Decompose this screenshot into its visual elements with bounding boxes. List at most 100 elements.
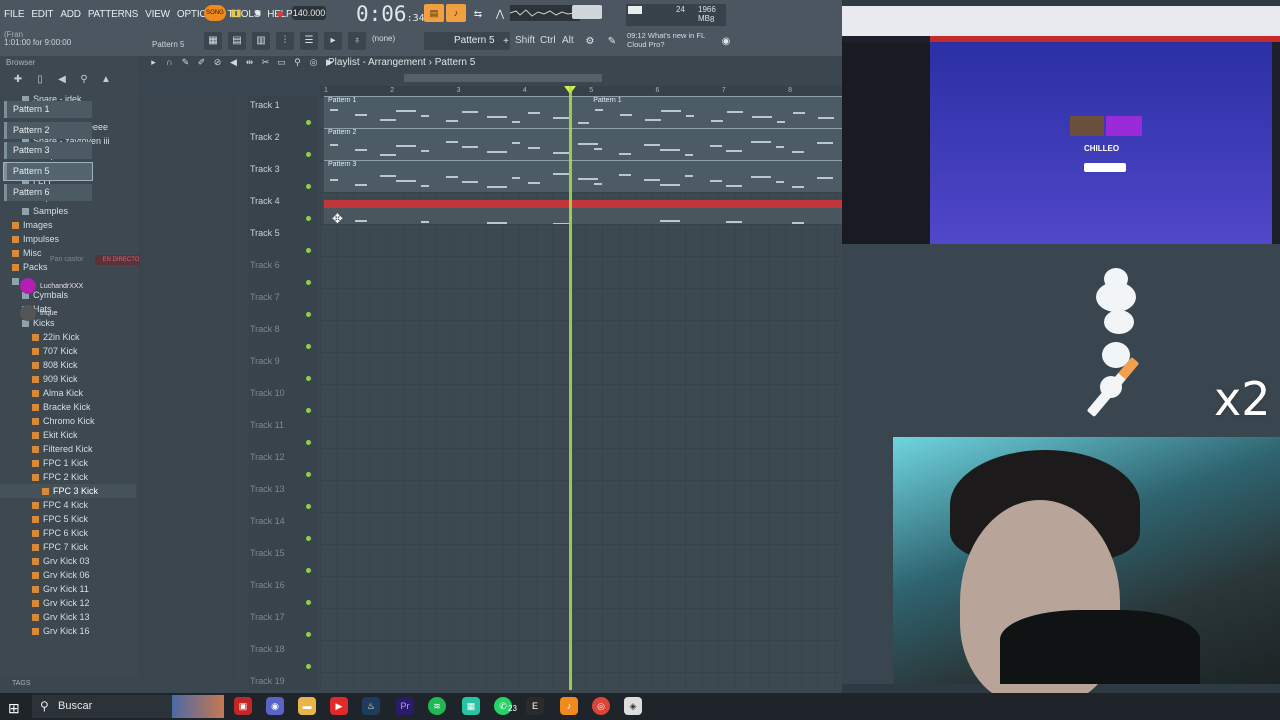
browser-item[interactable]: FPC 1 Kick xyxy=(0,456,136,470)
browser-collapse-icon[interactable]: ▲ xyxy=(98,74,114,88)
pattern-clip[interactable]: Pattern 5 xyxy=(324,200,842,224)
menu-view[interactable]: VIEW xyxy=(145,9,170,20)
browser-item[interactable]: Filtered Kick xyxy=(0,442,136,456)
browser-item[interactable]: 707 Kick xyxy=(0,344,136,358)
tags-label[interactable]: TAGS xyxy=(12,680,31,687)
track-led[interactable] xyxy=(306,216,311,221)
folder-icon[interactable]: ▬ xyxy=(298,697,316,715)
browser-item[interactable]: Grv Kick 13 xyxy=(0,610,136,624)
track-led[interactable] xyxy=(306,504,311,509)
picker-pattern-selected[interactable]: Pattern 5 xyxy=(3,162,93,181)
channel-rack-icon[interactable]: ▥ xyxy=(252,32,270,50)
record-icon[interactable]: ● xyxy=(272,5,288,21)
browser-search-icon[interactable]: ⚲ xyxy=(76,74,92,88)
browser-item[interactable]: Grv Kick 11 xyxy=(0,582,136,596)
pattern-clip[interactable]: Pattern 3 xyxy=(324,160,842,192)
browser-item[interactable]: FPC 3 Kick xyxy=(0,484,136,498)
step-mode-icon[interactable]: ♪ xyxy=(446,4,466,22)
menu-file[interactable]: FILE xyxy=(4,9,25,20)
track-led[interactable] xyxy=(306,408,311,413)
piano-roll-icon[interactable]: ▤ xyxy=(228,32,246,50)
track-name[interactable]: Track 8 xyxy=(250,324,316,334)
track-led[interactable] xyxy=(306,472,311,477)
picker-pattern[interactable]: Pattern 6 xyxy=(4,184,92,201)
browser-item[interactable]: Chromo Kick xyxy=(0,414,136,428)
pattern-clip[interactable]: Pattern 2 xyxy=(324,128,842,160)
browser-item[interactable]: Grv Kick 16 xyxy=(0,624,136,638)
browser-item[interactable]: Bracke Kick xyxy=(0,400,136,414)
stream-button[interactable] xyxy=(1084,163,1126,172)
track-name[interactable]: Track 7 xyxy=(250,292,316,302)
playlist-menu-icon[interactable]: ▸ xyxy=(148,57,159,69)
pattern-clip[interactable]: Pattern 1 xyxy=(589,96,842,128)
ctrl-key-button[interactable]: Ctrl xyxy=(540,32,556,50)
track-name[interactable]: Track 5 xyxy=(250,228,316,238)
mixer-icon[interactable]: ⫶ xyxy=(276,32,294,50)
browser-file-icon[interactable]: ▯ xyxy=(32,74,48,88)
menu-patterns[interactable]: PATTERNS xyxy=(88,9,138,20)
browser-item[interactable]: Grv Kick 06 xyxy=(0,568,136,582)
pen-icon[interactable]: ✎ xyxy=(604,33,620,49)
fl-studio-icon[interactable]: ♪ xyxy=(560,697,578,715)
track-led[interactable] xyxy=(306,312,311,317)
browser-item[interactable]: 808 Kick xyxy=(0,358,136,372)
play-icon[interactable]: ▮▮ xyxy=(228,5,244,21)
browser-item[interactable]: FPC 5 Kick xyxy=(0,512,136,526)
steam-icon[interactable]: ♨ xyxy=(362,697,380,715)
magnet-icon[interactable]: ∩ xyxy=(164,57,175,69)
browser-item[interactable]: FPC 7 Kick xyxy=(0,540,136,554)
browser-item[interactable]: 22in Kick xyxy=(0,330,136,344)
menu-add[interactable]: ADD xyxy=(60,9,81,20)
track-name[interactable]: Track 3 xyxy=(250,164,316,174)
track-name[interactable]: Track 12 xyxy=(250,452,316,462)
track-name[interactable]: Track 13 xyxy=(250,484,316,494)
track-led[interactable] xyxy=(306,664,311,669)
track-name[interactable]: Track 16 xyxy=(250,580,316,590)
track-name[interactable]: Track 19 xyxy=(250,676,316,686)
add-pattern-icon[interactable]: + xyxy=(498,33,514,49)
app-icon[interactable]: ▣ xyxy=(234,697,252,715)
browser-item[interactable]: Alma Kick xyxy=(0,386,136,400)
picker-pattern[interactable]: Pattern 3 xyxy=(4,142,92,159)
windows-start-icon[interactable]: ⊞ xyxy=(8,700,20,717)
mic-icon[interactable]: ♁ xyxy=(348,32,366,50)
track-name[interactable]: Track 11 xyxy=(250,420,316,430)
track-name[interactable]: Track 1 xyxy=(250,100,316,110)
select-icon[interactable]: ▭ xyxy=(276,57,287,69)
track-led[interactable] xyxy=(306,632,311,637)
online-icon[interactable]: ◉ xyxy=(718,33,734,49)
track-led[interactable] xyxy=(306,120,311,125)
track-name[interactable]: Track 2 xyxy=(250,132,316,142)
browser-item[interactable]: Images xyxy=(0,218,136,232)
app-icon[interactable]: ▦ xyxy=(462,697,480,715)
track-name[interactable]: Track 9 xyxy=(250,356,316,366)
discord-icon[interactable]: ◉ xyxy=(266,697,284,715)
chrome-icon[interactable]: ◎ xyxy=(592,697,610,715)
track-name[interactable]: Track 15 xyxy=(250,548,316,558)
alt-key-button[interactable]: Alt xyxy=(562,32,574,50)
track-name[interactable]: Track 17 xyxy=(250,612,316,622)
stop-icon[interactable]: ■ xyxy=(250,5,266,21)
cpu-gear-icon[interactable]: ⚙ xyxy=(582,33,598,49)
playback-icon[interactable]: ◎ xyxy=(308,57,319,69)
track-led[interactable] xyxy=(306,344,311,349)
news-panel[interactable]: 09:12 What's new in FL Cloud Pro? xyxy=(627,31,705,49)
premiere-icon[interactable]: Pr xyxy=(396,697,414,715)
track-led[interactable] xyxy=(306,280,311,285)
browser-item[interactable]: FPC 4 Kick xyxy=(0,498,136,512)
volume-slider[interactable] xyxy=(572,5,602,19)
track-name[interactable]: Track 10 xyxy=(250,388,316,398)
shift-key-button[interactable]: Shift xyxy=(515,32,535,50)
track-led[interactable] xyxy=(306,568,311,573)
browser-item[interactable]: 909 Kick xyxy=(0,372,136,386)
track-led[interactable] xyxy=(306,440,311,445)
pattern-mode-icon[interactable]: ▤ xyxy=(424,4,444,22)
draw-icon[interactable]: ✎ xyxy=(180,57,191,69)
browser-item[interactable]: FPC 6 Kick xyxy=(0,526,136,540)
app-icon[interactable]: ◈ xyxy=(624,697,642,715)
playlist-scrollbar[interactable] xyxy=(404,74,602,82)
song-mode-toggle[interactable]: SONG xyxy=(204,5,226,21)
mute-icon[interactable]: ◀ xyxy=(228,57,239,69)
track-name[interactable]: Track 14 xyxy=(250,516,316,526)
delete-icon[interactable]: ⊘ xyxy=(212,57,223,69)
